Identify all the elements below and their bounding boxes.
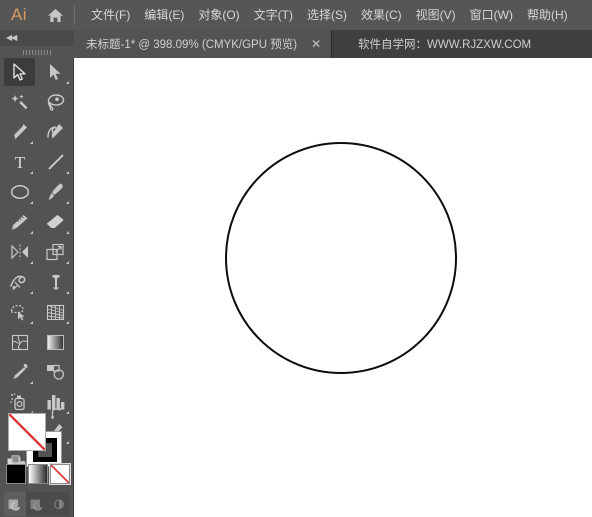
collapse-arrows-icon: ◀◀ (6, 33, 17, 42)
tool-flyout-indicator-icon (66, 321, 69, 324)
menu-effect[interactable]: 效果(C) (354, 0, 409, 30)
none-slash-icon (51, 465, 69, 483)
color-mode-gradient[interactable] (28, 464, 48, 484)
tool-flyout-indicator-icon (66, 231, 69, 234)
color-mode-none[interactable] (49, 463, 71, 485)
width-tool[interactable] (4, 268, 35, 296)
fill-swatch[interactable] (8, 413, 46, 451)
mesh-tool[interactable] (4, 328, 35, 356)
document-tab-title: 未标题-1* @ 398.09% (CMYK/GPU 预览) (86, 39, 298, 51)
menu-object[interactable]: 对象(O) (191, 0, 246, 30)
tool-flyout-indicator-icon (66, 261, 69, 264)
close-icon[interactable]: ✕ (311, 38, 321, 50)
menu-edit[interactable]: 编辑(E) (137, 0, 191, 30)
scale-tool[interactable] (40, 238, 71, 266)
screen-mode-fullscreen-menu[interactable] (26, 492, 48, 516)
tool-flyout-indicator-icon (66, 291, 69, 294)
pen-tool[interactable] (4, 118, 35, 146)
document-tab[interactable]: 未标题-1* @ 398.09% (CMYK/GPU 预览) ✕ (74, 30, 333, 58)
type-tool[interactable]: T (4, 148, 35, 176)
menu-window[interactable]: 窗口(W) (463, 0, 520, 30)
none-slash-icon (9, 414, 45, 450)
tools-panel: T (0, 58, 74, 517)
swap-fill-stroke-icon[interactable] (50, 407, 64, 421)
screen-mode-group (4, 492, 70, 516)
direct-selection-tool[interactable] (40, 58, 71, 86)
shape-builder-tool[interactable] (4, 298, 35, 326)
menu-help[interactable]: 帮助(H) (520, 0, 575, 30)
tool-flyout-indicator-icon (30, 201, 33, 204)
tool-flyout-indicator-icon (30, 231, 33, 234)
document-canvas[interactable] (74, 58, 592, 517)
color-mode-group (6, 463, 71, 485)
eraser-tool[interactable] (40, 208, 71, 236)
toolbar-drag-handle[interactable] (0, 46, 74, 58)
menu-type[interactable]: 文字(T) (247, 0, 300, 30)
blend-tool[interactable] (40, 358, 71, 386)
color-mode-color[interactable] (6, 464, 26, 484)
svg-text:T: T (14, 153, 25, 171)
watermark-text: 软件自学网：WWW.RJZXW.COM (358, 39, 532, 51)
tool-flyout-indicator-icon (30, 291, 33, 294)
gradient-tool[interactable] (40, 328, 71, 356)
ellipse-path[interactable] (225, 142, 457, 374)
app-logo-icon: Ai (10, 5, 28, 24)
tool-flyout-indicator-icon (66, 201, 69, 204)
magic-wand-tool[interactable] (4, 88, 35, 116)
lasso-tool[interactable] (40, 88, 71, 116)
tool-flyout-indicator-icon (30, 171, 33, 174)
screen-mode-fullscreen[interactable] (48, 492, 70, 516)
tool-flyout-indicator-icon (66, 171, 69, 174)
free-transform-tool[interactable] (40, 268, 71, 296)
panel-collapse-button[interactable]: ◀◀ (0, 30, 74, 46)
menu-view[interactable]: 视图(V) (409, 0, 463, 30)
document-tab-bar: ◀◀ 未标题-1* @ 398.09% (CMYK/GPU 预览) ✕ 软件自学… (0, 30, 592, 58)
tool-flyout-indicator-icon (66, 81, 69, 84)
shaper-tool[interactable] (4, 208, 35, 236)
menu-select[interactable]: 选择(S) (300, 0, 354, 30)
home-icon[interactable] (38, 0, 72, 30)
curvature-tool[interactable] (40, 118, 71, 146)
menu-file[interactable]: 文件(F) (84, 0, 137, 30)
screen-mode-normal[interactable] (4, 492, 26, 516)
menu-item-list: 文件(F) 编辑(E) 对象(O) 文字(T) 选择(S) 效果(C) 视图(V… (84, 0, 575, 30)
perspective-grid-tool[interactable] (40, 298, 71, 326)
tool-flyout-indicator-icon (30, 261, 33, 264)
rotate-tool[interactable] (4, 238, 35, 266)
tool-flyout-indicator-icon (30, 321, 33, 324)
eyedropper-tool[interactable] (4, 358, 35, 386)
selection-tool[interactable] (4, 58, 35, 86)
line-segment-tool[interactable] (40, 148, 71, 176)
tool-flyout-indicator-icon (30, 381, 33, 384)
tool-flyout-indicator-icon (30, 141, 33, 144)
menu-bar: Ai 文件(F) 编辑(E) 对象(O) 文字(T) 选择(S) 效果(C) 视… (0, 0, 592, 30)
grip-dots-icon (23, 49, 51, 55)
paintbrush-tool[interactable] (40, 178, 71, 206)
menu-divider (74, 6, 75, 24)
illustrator-window: Ai 文件(F) 编辑(E) 对象(O) 文字(T) 选择(S) 效果(C) 视… (0, 0, 592, 517)
ellipse-tool[interactable] (4, 178, 35, 206)
